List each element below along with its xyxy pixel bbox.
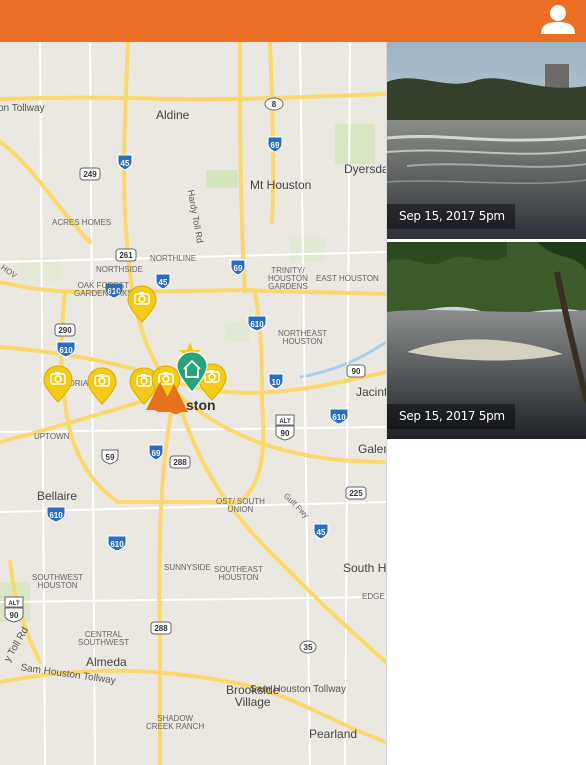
map-label: South Ho <box>343 561 386 575</box>
photo-timestamp: Sep 15, 2017 5pm <box>387 404 515 429</box>
svg-text:69: 69 <box>152 449 161 458</box>
map-label: SOUTHEAST HOUSTON <box>214 565 263 582</box>
map-label: MORIAL PARK <box>62 379 116 388</box>
map-label: TRINITY/ HOUSTON GARDENS <box>268 266 308 291</box>
user-icon <box>541 5 575 34</box>
svg-text:10: 10 <box>272 378 281 387</box>
svg-text:90: 90 <box>352 367 361 376</box>
svg-text:261: 261 <box>119 251 133 260</box>
map-label: Pearland <box>309 727 358 741</box>
svg-text:59: 59 <box>106 453 115 462</box>
map-label: ACRES HOMES <box>52 218 112 227</box>
map-label: Brookside Village <box>226 683 280 709</box>
svg-text:45: 45 <box>121 159 130 168</box>
map-label: on Tollway <box>0 103 45 114</box>
svg-text:610: 610 <box>49 511 63 520</box>
map-label: SUNNYSIDE <box>164 563 211 572</box>
user-profile-button[interactable] <box>538 0 578 40</box>
svg-text:290: 290 <box>58 326 72 335</box>
svg-text:288: 288 <box>173 458 187 467</box>
map-label: EDGE <box>362 592 385 601</box>
svg-text:ALT: ALT <box>8 601 20 607</box>
photo-timestamp: Sep 15, 2017 5pm <box>387 204 515 229</box>
map-label: NORTHEAST HOUSTON <box>278 329 328 346</box>
photo-card[interactable]: Sep 15, 2017 5pm <box>387 42 586 239</box>
map-label: Dyersda <box>344 162 386 176</box>
svg-text:225: 225 <box>349 489 363 498</box>
map-label: NORTHSIDE <box>96 265 143 274</box>
map-label: Galen <box>358 442 386 456</box>
map-label: SHADOW CREEK RANCH <box>146 714 205 731</box>
map-label: SOUTHWEST HOUSTON <box>32 573 84 590</box>
map-label: UPTOWN <box>34 432 70 441</box>
svg-text:610: 610 <box>250 320 264 329</box>
svg-text:69: 69 <box>234 264 243 273</box>
svg-text:8: 8 <box>272 100 277 109</box>
map-label: Bellaire <box>37 489 78 503</box>
map-label: Aldine <box>156 108 190 122</box>
map-view[interactable]: 45 8 69 249 261 45 69 610 610 290 610 10… <box>0 42 386 765</box>
svg-text:90: 90 <box>10 611 19 620</box>
app-header <box>0 0 586 42</box>
svg-text:45: 45 <box>317 528 326 537</box>
svg-text:610: 610 <box>59 346 73 355</box>
svg-text:90: 90 <box>281 429 290 438</box>
photo-card[interactable]: Sep 15, 2017 5pm <box>387 242 586 439</box>
svg-text:249: 249 <box>83 170 97 179</box>
svg-text:35: 35 <box>304 643 313 652</box>
map-label: OST/ SOUTH UNION <box>216 497 265 514</box>
map-label: CENTRAL SOUTHWEST <box>78 630 130 647</box>
svg-text:610: 610 <box>110 540 124 549</box>
svg-text:45: 45 <box>159 278 168 287</box>
svg-text:69: 69 <box>271 141 280 150</box>
svg-text:288: 288 <box>154 624 168 633</box>
map-label: Jacint <box>356 385 386 399</box>
photo-feed: Sep 15, 2017 5pm Sep 15, 2017 5pm <box>386 42 586 765</box>
map-label: NORTHLINE <box>150 254 197 263</box>
map-label: Mt Houston <box>250 178 312 192</box>
map-label: Almeda <box>86 655 127 669</box>
map-label: OAK FOREST GARDEN OAKS <box>74 281 133 298</box>
map-label: EAST HOUSTON <box>316 274 379 283</box>
svg-text:610: 610 <box>332 413 346 422</box>
map-label: ston <box>186 397 216 413</box>
svg-text:ALT: ALT <box>279 419 291 425</box>
